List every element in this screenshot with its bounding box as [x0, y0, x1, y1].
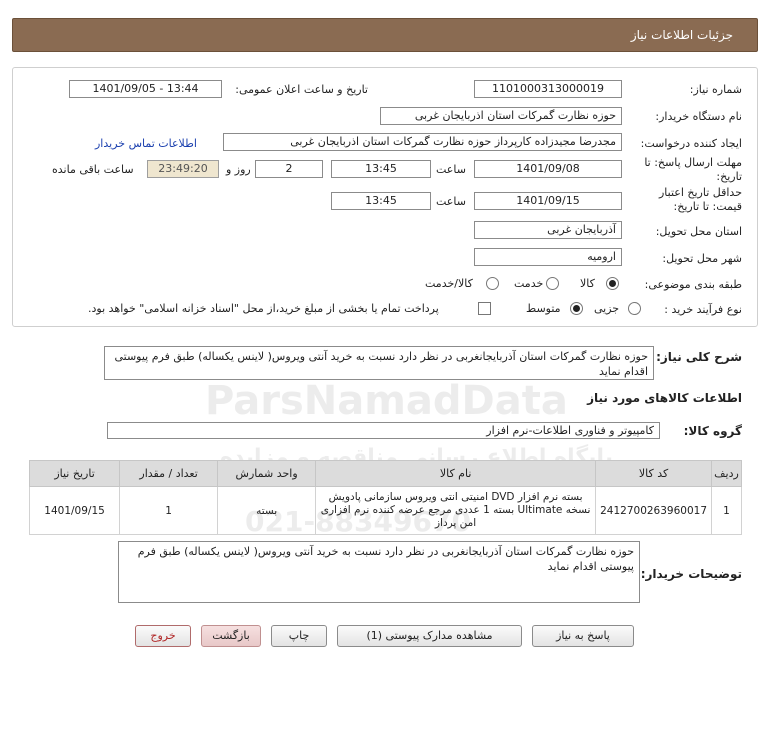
category-radio-service[interactable] [546, 277, 559, 290]
back-button[interactable]: بازگشت [201, 625, 261, 647]
summary-label: شرح کلی نیاز: [656, 350, 742, 364]
treasury-payment-checkbox[interactable] [478, 302, 491, 315]
buyer-notes-text: حوزه نظارت گمرکات استان آذربایجانغربی در… [118, 541, 640, 603]
announce-field: 1401/09/05 - 13:44 [69, 80, 222, 98]
remaining-label: ساعت باقی مانده [52, 163, 134, 176]
cell-unit: بسته [217, 486, 317, 535]
goods-group-field: کامپیوتر و فناوری اطلاعات-نرم افزار [107, 422, 660, 439]
print-button[interactable]: چاپ [271, 625, 327, 647]
cell-date: 1401/09/15 [28, 486, 121, 535]
province-label: استان محل تحویل: [655, 225, 742, 238]
process-option-minor: جزیی [594, 302, 620, 315]
announce-label: تاریخ و ساعت اعلان عمومی: [235, 83, 368, 96]
need-number-label: شماره نیاز: [689, 83, 742, 96]
cell-name: بسته نرم افزار DVD امنیتی انتی ویروس ساز… [315, 486, 597, 535]
col-unit: واحد شمارش [217, 460, 317, 487]
page-title: جزئیات اطلاعات نیاز [630, 28, 733, 42]
watermark-brand: ParsNamadData [205, 378, 568, 424]
deadline-label-1: مهلت ارسال پاسخ: تا [644, 156, 742, 169]
exit-button[interactable]: خروج [135, 625, 191, 647]
buyer-notes-label: توضیحات خریدار: [640, 567, 742, 581]
validity-label-1: حداقل تاریخ اعتبار [658, 186, 742, 199]
process-radio-minor[interactable] [628, 302, 641, 315]
cell-row: 1 [711, 486, 742, 535]
goods-section-title: اطلاعات کالاهای مورد نیاز [587, 391, 742, 405]
category-label: طبقه بندی موضوعی: [644, 278, 742, 291]
col-name: نام کالا [315, 460, 597, 487]
category-option-goods: کالا [580, 277, 595, 290]
deadline-time-field: 13:45 [331, 160, 431, 178]
page-header: جزئیات اطلاعات نیاز [12, 18, 758, 52]
validity-time-field: 13:45 [331, 192, 431, 210]
col-qty: تعداد / مقدار [119, 460, 219, 487]
goods-table: ردیف کد کالا نام کالا واحد شمارش تعداد /… [28, 460, 742, 535]
cell-code: 2412700263960017 [595, 486, 712, 535]
deadline-date-field: 1401/09/08 [474, 160, 622, 178]
process-radio-medium[interactable] [570, 302, 583, 315]
contact-info-link[interactable]: اطلاعات تماس خریدار [95, 137, 197, 150]
deadline-label-2: تاریخ: [716, 170, 742, 183]
city-field: ارومیه [474, 248, 622, 266]
attachments-button[interactable]: مشاهده مدارک پیوستی (1) [337, 625, 522, 647]
buyer-org-field: حوزه نظارت گمرکات استان اذربایجان غربی [380, 107, 622, 125]
summary-text: حوزه نظارت گمرکات استان آذربایجانغربی در… [104, 346, 654, 380]
category-radio-goods[interactable] [606, 277, 619, 290]
category-radio-both[interactable] [486, 277, 499, 290]
cell-qty: 1 [119, 486, 219, 535]
treasury-payment-note: پرداخت تمام یا بخشی از مبلغ خرید،از محل … [88, 302, 439, 315]
col-date: تاریخ نیاز [28, 460, 121, 487]
col-row: ردیف [711, 460, 742, 487]
city-label: شهر محل تحویل: [662, 252, 742, 265]
process-label: نوع فرآیند خرید : [664, 303, 742, 316]
province-field: آذربایجان غربی [474, 221, 622, 239]
col-code: کد کالا [595, 460, 712, 487]
creator-field: مجدرضا مجیدزاده کارپرداز حوزه نظارت گمرک… [223, 133, 622, 151]
process-option-medium: متوسط [526, 302, 561, 315]
goods-group-label: گروه کالا: [683, 424, 742, 438]
category-option-both: کالا/خدمت [425, 277, 473, 290]
validity-time-label: ساعت [436, 195, 466, 208]
need-number-field: 1101000313000019 [474, 80, 622, 98]
countdown-timer: 23:49:20 [147, 160, 219, 178]
days-label: روز و [226, 163, 251, 176]
creator-label: ایجاد کننده درخواست: [640, 137, 742, 150]
validity-label-2: قیمت: تا تاریخ: [673, 200, 742, 213]
validity-date-field: 1401/09/15 [474, 192, 622, 210]
reply-button[interactable]: پاسخ به نیاز [532, 625, 634, 647]
days-field: 2 [255, 160, 323, 178]
deadline-time-label: ساعت [436, 163, 466, 176]
category-option-service: خدمت [514, 277, 544, 290]
buyer-org-label: نام دستگاه خریدار: [655, 110, 742, 123]
table-row: 1 2412700263960017 بسته نرم افزار DVD ام… [28, 486, 742, 535]
